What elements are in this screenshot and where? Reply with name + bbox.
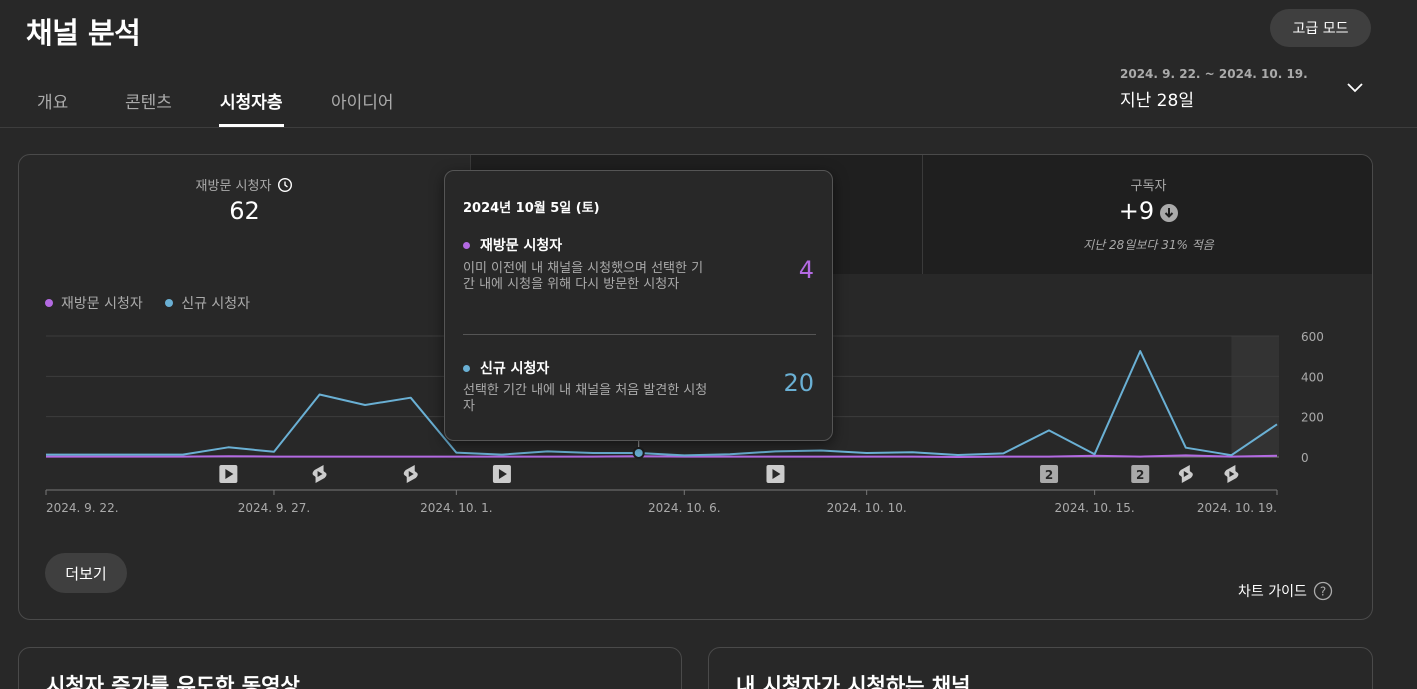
chart-guide-link[interactable]: 차트 가이드? — [1238, 581, 1333, 601]
card-title: 시청자 증가를 유도한 동영상 — [46, 674, 300, 689]
x-tick-label: 2024. 10. 1. — [420, 501, 493, 515]
tab-content[interactable]: 콘텐츠 — [125, 88, 172, 113]
tooltip-dot — [463, 242, 470, 249]
y-tick-label: 400 — [1301, 370, 1324, 384]
tooltip-returning-title: 재방문 시청자 — [463, 235, 562, 255]
tooltip-new-title: 신규 시청자 — [463, 358, 549, 378]
chart-tooltip: 2024년 10월 5일 (토) 재방문 시청자 이미 이전에 내 채널을 시청… — [444, 170, 833, 441]
analytics-page: 채널 분석 고급 모드 개요 콘텐츠 시청자층 아이디어 2024. 9. 22… — [0, 0, 1417, 689]
x-tick-label: 2024. 10. 10. — [827, 501, 907, 515]
y-tick-label: 200 — [1301, 411, 1324, 425]
tooltip-new-value: 20 — [783, 369, 814, 397]
upload-count-label: 2 — [1136, 468, 1144, 482]
tooltip-returning-desc: 이미 이전에 내 채널을 시청했으며 선택한 기간 내에 시청을 위해 다시 방… — [463, 261, 704, 292]
y-tick-label: 0 — [1301, 451, 1309, 465]
viewer-channels-card: 내 시청자가 시청하는 채널 — [708, 647, 1373, 689]
header-divider — [0, 127, 1417, 128]
top-videos-card: 시청자 증가를 유도한 동영상 — [18, 647, 682, 689]
chart-guide-label: 차트 가이드 — [1238, 584, 1307, 600]
upload-count-label: 2 — [1045, 468, 1053, 482]
card-title: 내 시청자가 시청하는 채널 — [736, 674, 971, 689]
x-tick-label: 2024. 10. 15. — [1055, 501, 1135, 515]
period-selector-label[interactable]: 지난 28일 — [1120, 86, 1194, 111]
tab-audience[interactable]: 시청자층 — [220, 88, 283, 113]
x-tick-label: 2024. 9. 22. — [46, 501, 119, 515]
svg-text:?: ? — [1320, 585, 1326, 599]
advanced-mode-button[interactable]: 고급 모드 — [1270, 9, 1371, 47]
x-tick-label: 2024. 9. 27. — [238, 501, 311, 515]
tab-ideas[interactable]: 아이디어 — [331, 88, 394, 113]
tab-overview[interactable]: 개요 — [37, 88, 68, 113]
page-title: 채널 분석 — [26, 16, 141, 50]
tooltip-returning-value: 4 — [798, 256, 814, 284]
tooltip-new-desc: 선택한 기간 내에 내 채널을 처음 발견한 시청자 — [463, 383, 708, 414]
x-tick-label: 2024. 10. 6. — [648, 501, 721, 515]
chevron-down-icon[interactable] — [1343, 78, 1367, 98]
help-icon: ? — [1313, 581, 1333, 601]
tooltip-date: 2024년 10월 5일 (토) — [463, 201, 600, 216]
tooltip-dot — [463, 365, 470, 372]
x-tick-label: 2024. 10. 19. — [1197, 501, 1277, 515]
date-range-text: 2024. 9. 22. ~ 2024. 10. 19. — [1120, 67, 1308, 81]
y-tick-label: 600 — [1301, 330, 1324, 344]
series-line-returning[interactable] — [46, 454, 1278, 458]
more-button[interactable]: 더보기 — [45, 553, 127, 593]
tooltip-divider — [463, 334, 816, 335]
hover-point — [632, 446, 645, 459]
